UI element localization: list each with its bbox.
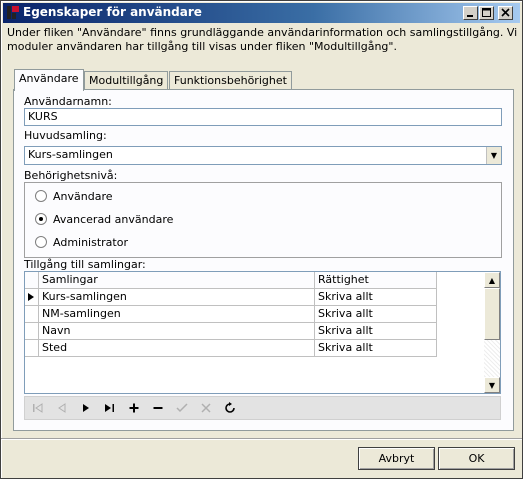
main-collection-select[interactable]: Kurs-samlingen ▼ <box>24 146 502 165</box>
table-cell[interactable]: Skriva allt <box>315 289 437 306</box>
tab-anvandare[interactable]: Användare <box>14 69 84 91</box>
table-cell[interactable]: Skriva allt <box>315 340 437 357</box>
minimize-button[interactable] <box>463 6 478 20</box>
permission-level-group: Användare Avancerad användare Administra… <box>24 182 502 258</box>
app-icon <box>6 5 20 20</box>
scroll-down-icon[interactable]: ▼ <box>484 377 500 393</box>
radio-button[interactable] <box>35 236 47 248</box>
description-line: moduler användaren har tillgång till vis… <box>7 40 397 53</box>
scroll-up-icon[interactable]: ▲ <box>484 272 500 288</box>
current-row-arrow-icon <box>28 293 34 301</box>
title-bar[interactable]: Egenskaper för användare <box>3 3 520 23</box>
radio-label: Administrator <box>53 235 128 249</box>
row-indicator[interactable] <box>25 289 39 306</box>
radio-avancerad-anvandare[interactable]: Avancerad användare <box>35 211 173 227</box>
tab-funktionsbehorighet[interactable]: Funktionsbehörighet <box>169 71 292 90</box>
grid-vertical-scrollbar[interactable]: ▲ ▼ <box>484 272 500 393</box>
window-title: Egenskaper för användare <box>23 5 202 19</box>
row-indicator[interactable] <box>25 306 39 323</box>
cancel-button[interactable]: Avbryt <box>358 447 435 470</box>
tab-modultillgang[interactable]: Modultillgång <box>84 71 169 90</box>
minimize-icon <box>467 15 473 17</box>
last-icon[interactable] <box>101 400 119 416</box>
radio-button[interactable] <box>35 190 47 202</box>
close-icon <box>501 8 510 17</box>
maximize-button[interactable] <box>479 6 494 20</box>
permission-level-label: Behörighetsnivå: <box>24 169 118 182</box>
table-row[interactable]: Kurs-samlingen Skriva allt <box>25 289 437 306</box>
table-row[interactable]: Navn Skriva allt <box>25 323 437 340</box>
cancel-edit-icon[interactable] <box>197 400 215 416</box>
next-icon[interactable] <box>77 400 95 416</box>
grid-navigator-bar <box>24 396 501 420</box>
radio-administrator[interactable]: Administrator <box>35 234 128 250</box>
table-cell[interactable]: Sted <box>39 340 315 357</box>
refresh-icon[interactable] <box>221 400 239 416</box>
grid-header-row: Samlingar Rättighet <box>25 272 437 289</box>
radio-anvandare[interactable]: Användare <box>35 188 113 204</box>
ok-button[interactable]: OK <box>438 447 515 470</box>
table-row[interactable]: Sted Skriva allt <box>25 340 437 357</box>
apply-icon[interactable] <box>173 400 191 416</box>
column-header-samlingar[interactable]: Samlingar <box>39 272 315 289</box>
row-indicator[interactable] <box>25 323 39 340</box>
close-button[interactable] <box>498 6 513 20</box>
table-cell[interactable]: Skriva allt <box>315 306 437 323</box>
table-cell[interactable]: NM-samlingen <box>39 306 315 323</box>
tab-panel-anvandare: Användarnamn: KURS Huvudsamling: Kurs-sa… <box>13 89 514 431</box>
prev-icon[interactable] <box>53 400 71 416</box>
username-field[interactable]: KURS <box>24 108 502 126</box>
main-collection-label: Huvudsamling: <box>24 129 107 142</box>
delete-icon[interactable] <box>149 400 167 416</box>
first-icon[interactable] <box>29 400 47 416</box>
row-indicator-header <box>25 272 39 289</box>
main-collection-value: Kurs-samlingen <box>28 148 113 161</box>
table-cell[interactable]: Kurs-samlingen <box>39 289 315 306</box>
collection-access-label: Tillgång till samlingar: <box>24 258 146 271</box>
column-header-rattighet[interactable]: Rättighet <box>315 272 437 289</box>
collection-access-grid: Samlingar Rättighet Kurs-samlingen Skriv… <box>24 271 501 394</box>
radio-label: Avancerad användare <box>53 212 174 226</box>
table-row[interactable]: NM-samlingen Skriva allt <box>25 306 437 323</box>
chevron-down-icon[interactable]: ▼ <box>486 147 501 164</box>
add-icon[interactable] <box>125 400 143 416</box>
dialog-description: Under fliken "Användare" finns grundlägg… <box>7 26 517 56</box>
table-cell[interactable]: Skriva allt <box>315 323 437 340</box>
description-line: Under fliken "Användare" finns grundlägg… <box>7 26 517 39</box>
user-properties-dialog: Egenskaper för användare Under fliken "A… <box>0 0 523 479</box>
scroll-thumb[interactable] <box>484 288 500 340</box>
footer-separator <box>1 438 522 439</box>
maximize-icon <box>482 8 491 17</box>
radio-label: Användare <box>53 189 113 203</box>
username-label: Användarnamn: <box>24 95 112 108</box>
row-indicator[interactable] <box>25 340 39 357</box>
table-cell[interactable]: Navn <box>39 323 315 340</box>
radio-button-selected[interactable] <box>35 213 47 225</box>
